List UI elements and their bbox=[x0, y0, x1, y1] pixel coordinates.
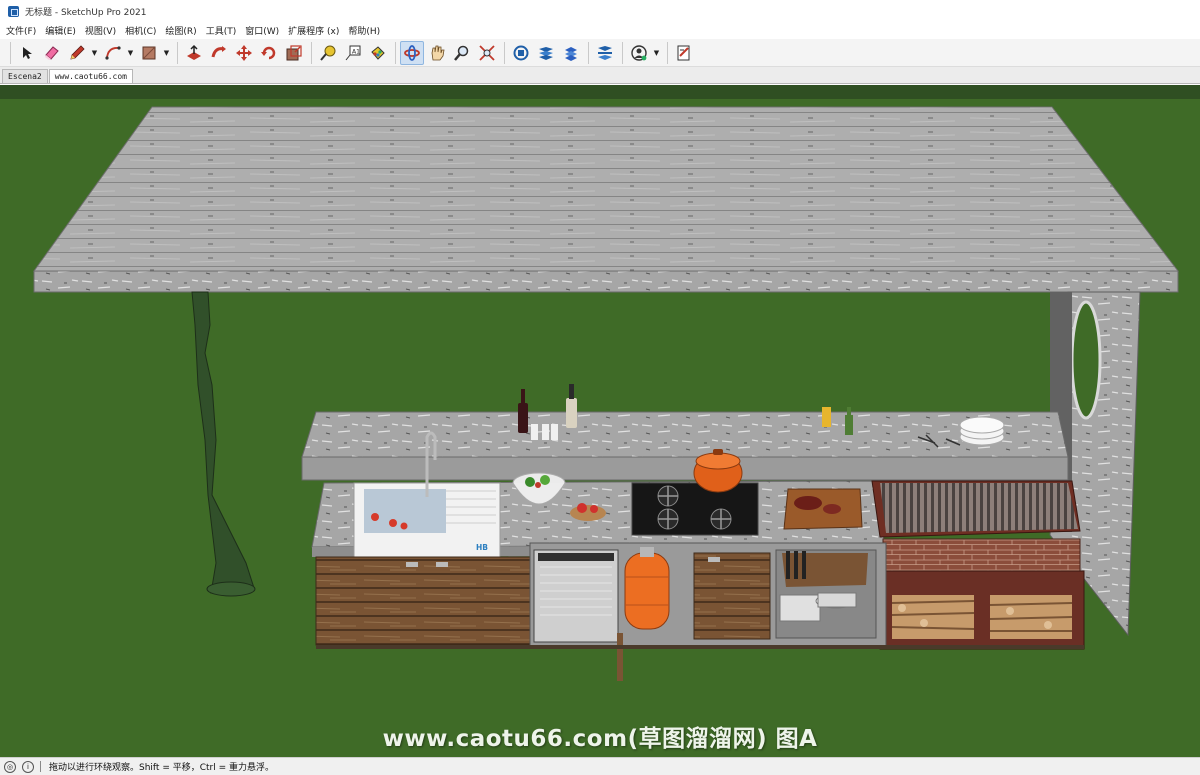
extension-warehouse-icon[interactable] bbox=[534, 41, 558, 65]
layout-icon[interactable] bbox=[559, 41, 583, 65]
status-bar: ◎ i 拖动以进行环绕观察。Shift = 平移，Ctrl = 重力悬浮。 bbox=[0, 757, 1200, 775]
dutch-oven bbox=[693, 449, 743, 493]
arc-dropdown-icon[interactable]: ▼ bbox=[126, 41, 135, 65]
window-title: 无标题 - SketchUp Pro 2021 bbox=[25, 7, 147, 18]
rectangle-dropdown-icon[interactable]: ▼ bbox=[162, 41, 171, 65]
paint-bucket-icon[interactable] bbox=[366, 41, 390, 65]
style-builder-icon[interactable] bbox=[593, 41, 617, 65]
scene-tab-caotu66[interactable]: www.caotu66.com bbox=[48, 69, 133, 83]
warehouse-icon[interactable] bbox=[509, 41, 533, 65]
orbit-icon[interactable] bbox=[400, 40, 424, 65]
pan-icon[interactable] bbox=[425, 41, 449, 65]
site-watermark: www.caotu66.com(草图溜溜网) 图A bbox=[382, 726, 818, 752]
zoom-icon[interactable] bbox=[450, 41, 474, 65]
menu-view[interactable]: 视图(V) bbox=[85, 24, 116, 37]
toolbar-separator bbox=[177, 41, 178, 64]
roof-slab bbox=[33, 106, 1180, 293]
push-pull-icon[interactable] bbox=[182, 41, 206, 65]
menu-extensions[interactable]: 扩展程序 (x) bbox=[288, 24, 339, 37]
menu-file[interactable]: 文件(F) bbox=[6, 24, 36, 37]
follow-me-icon[interactable] bbox=[207, 41, 231, 65]
menu-draw[interactable]: 绘图(R) bbox=[165, 24, 196, 37]
toolbar-separator bbox=[622, 41, 623, 64]
status-separator bbox=[40, 761, 41, 772]
outdoor-kitchen-model: HB bbox=[0, 85, 1200, 757]
gas-hob bbox=[631, 482, 759, 536]
scale-icon[interactable] bbox=[282, 41, 306, 65]
toolbar-separator bbox=[667, 41, 668, 64]
model-viewport[interactable]: HB www.caotu66.com(草图溜溜网) 图A bbox=[0, 85, 1200, 757]
bbq-grill bbox=[871, 480, 1085, 650]
scene-tab-bar: Escena2 www.caotu66.com bbox=[0, 67, 1200, 84]
send-to-layout-icon[interactable] bbox=[672, 41, 696, 65]
menu-camera[interactable]: 相机(C) bbox=[125, 24, 156, 37]
menu-window[interactable]: 窗口(W) bbox=[245, 24, 279, 37]
move-icon[interactable] bbox=[232, 41, 256, 65]
gas-tank bbox=[624, 547, 670, 630]
menu-edit[interactable]: 编辑(E) bbox=[45, 24, 76, 37]
toolbar-separator bbox=[311, 41, 312, 64]
back-counter bbox=[301, 411, 1069, 481]
main-toolbar: ▼ ▼ ▼ A1 ▼ bbox=[0, 39, 1200, 67]
arc-icon[interactable] bbox=[101, 41, 125, 65]
geo-location-icon[interactable]: ◎ bbox=[4, 760, 16, 773]
toolbar-separator bbox=[588, 41, 589, 64]
toolbar-separator bbox=[395, 41, 396, 64]
tape-measure-icon[interactable] bbox=[316, 41, 340, 65]
account-icon[interactable] bbox=[627, 41, 651, 65]
pencil-dropdown-icon[interactable]: ▼ bbox=[90, 41, 99, 65]
sketchup-app-icon bbox=[8, 5, 19, 17]
rectangle-icon[interactable] bbox=[137, 41, 161, 65]
text-icon[interactable]: A1 bbox=[341, 41, 365, 65]
menu-bar: 文件(F) 编辑(E) 视图(V) 相机(C) 绘图(R) 工具(T) 窗口(W… bbox=[0, 22, 1200, 39]
scene-tab-escena2[interactable]: Escena2 bbox=[2, 69, 48, 83]
sink-logo: HB bbox=[476, 543, 488, 552]
meat-board bbox=[783, 488, 863, 530]
info-icon[interactable]: i bbox=[22, 760, 34, 773]
select-icon[interactable] bbox=[15, 41, 39, 65]
account-dropdown-icon[interactable]: ▼ bbox=[652, 41, 661, 65]
toolbar-separator bbox=[504, 41, 505, 64]
status-hint-text: 拖动以进行环绕观察。Shift = 平移，Ctrl = 重力悬浮。 bbox=[49, 763, 274, 773]
open-shelf bbox=[775, 549, 877, 639]
title-bar: 无标题 - SketchUp Pro 2021 bbox=[0, 0, 1200, 22]
toolbar-grip bbox=[10, 41, 11, 64]
menu-help[interactable]: 帮助(H) bbox=[348, 24, 380, 37]
zoom-extents-icon[interactable] bbox=[475, 41, 499, 65]
pencil-icon[interactable] bbox=[65, 41, 89, 65]
rotate-icon[interactable] bbox=[257, 41, 281, 65]
menu-tools[interactable]: 工具(T) bbox=[206, 24, 237, 37]
eraser-icon[interactable] bbox=[40, 41, 64, 65]
svg-text:A1: A1 bbox=[352, 48, 360, 55]
dishwasher bbox=[533, 549, 619, 643]
